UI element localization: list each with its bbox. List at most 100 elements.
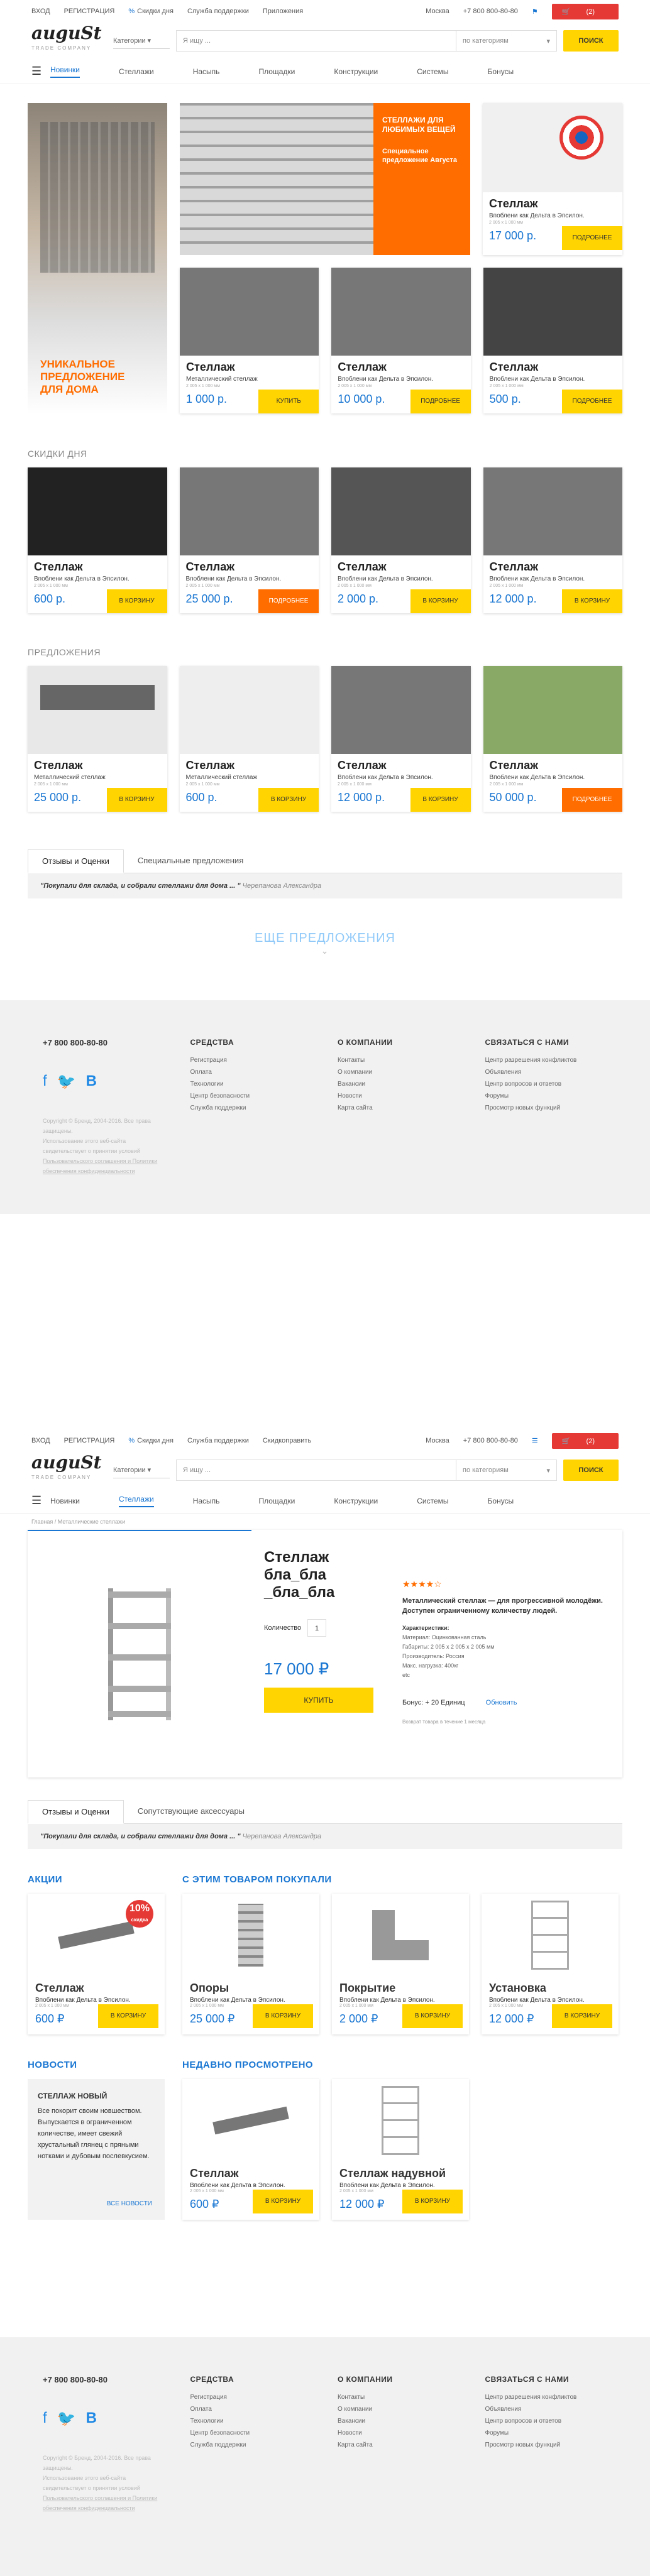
footer-link[interactable]: Регистрация [190, 2391, 313, 2403]
footer-link[interactable]: Регистрация [190, 1054, 313, 1066]
add-to-cart-button[interactable]: В КОРЗИНУ [106, 589, 167, 613]
menu-icon[interactable]: ☰ [31, 1494, 50, 1507]
nav-item[interactable]: Стеллажи [119, 67, 154, 76]
footer-link[interactable]: Вакансии [338, 2415, 460, 2427]
all-news-link[interactable]: ВСЕ НОВОСТИ [107, 2198, 152, 2210]
tab-reviews[interactable]: Отзывы и Оценки [28, 1800, 124, 1824]
product-card[interactable]: Опоры Впоблени как Дельта в Эпсилон. 2 0… [182, 1894, 319, 2034]
footer-link[interactable]: Центр разрешения конфликтов [485, 1054, 608, 1066]
footer-link[interactable]: Карта сайта [338, 1102, 460, 1114]
facebook-icon[interactable]: f [43, 2410, 47, 2428]
add-to-cart-button[interactable]: В КОРЗИНУ [253, 2004, 313, 2028]
nav-item[interactable]: Насыпь [193, 1497, 220, 1505]
product-card[interactable]: Стеллаж Впоблени как Дельта в Эпсилон. 2… [483, 103, 622, 255]
footer-link[interactable]: Центр разрешения конфликтов [485, 2391, 608, 2403]
quantity-input[interactable]: 1 [307, 1619, 327, 1637]
nav-item[interactable]: Системы [417, 67, 448, 76]
add-to-cart-button[interactable]: В КОРЗИНУ [552, 2004, 612, 2028]
footer-link[interactable]: Центр безопасности [190, 1090, 313, 1102]
nav-item[interactable]: Системы [417, 1497, 448, 1505]
product-card[interactable]: Стеллаж Впоблени как Дельта в Эпсилон. 2… [483, 268, 622, 413]
nav-item[interactable]: Новинки [50, 1497, 80, 1505]
footer-link[interactable]: Центр безопасности [190, 2427, 313, 2439]
product-card[interactable]: Стеллаж Металлический стеллаж 2 005 x 1 … [180, 268, 319, 413]
details-button[interactable]: ПОДРОБНЕЕ [561, 390, 622, 413]
footer-link[interactable]: Вакансии [338, 1078, 460, 1090]
search-field[interactable]: Я ищу ... по категориям ▾ [176, 1460, 557, 1481]
more-offers-link[interactable]: ЕЩЕ ПРЕДЛОЖЕНИЯ ⌄ [28, 898, 622, 981]
login-link[interactable]: ВХОД [31, 1437, 50, 1444]
search-scope-select[interactable]: по категориям ▾ [456, 1460, 556, 1480]
footer-link[interactable]: О компании [338, 1066, 460, 1078]
product-image[interactable] [28, 1530, 251, 1777]
flag-icon[interactable]: ⚑ [532, 8, 538, 16]
details-button[interactable]: ПОДРОБНЕЕ [410, 390, 471, 413]
news-item[interactable]: СТЕЛЛАЖ НОВЫЙ Все покорит своим новшеств… [28, 2079, 165, 2220]
search-button[interactable]: ПОИСК [563, 30, 619, 52]
footer-link[interactable]: Объявления [485, 1066, 608, 1078]
nav-item[interactable]: Площадки [258, 67, 295, 76]
product-card[interactable]: Стеллаж Впоблени как Дельта в Эпсилон. 2… [483, 467, 622, 613]
footer-link[interactable]: Карта сайта [338, 2439, 460, 2451]
product-card[interactable]: Установка Впоблени как Дельта в Эпсилон.… [482, 1894, 619, 2034]
add-to-cart-button[interactable]: В КОРЗИНУ [106, 788, 167, 812]
hero-banner-left[interactable]: УНИКАЛЬНОЕ ПРЕДЛОЖЕНИЕ ДЛЯ ДОМА [28, 103, 167, 415]
menu-icon[interactable]: ☰ [532, 1437, 538, 1445]
product-card[interactable]: 10% скидка Стеллаж Впоблени как Дельта в … [28, 1894, 165, 2034]
rating-stars[interactable]: ★★★★☆ [402, 1579, 610, 1590]
tab-accessories[interactable]: Сопутствующие аксессуары [124, 1800, 258, 1823]
search-scope-select[interactable]: по категориям ▾ [456, 31, 556, 51]
product-card[interactable]: Стеллаж надувной Впоблени как Дельта в Э… [332, 2079, 469, 2220]
search-field[interactable]: Я ищу ... по категориям ▾ [176, 30, 557, 52]
vk-icon[interactable]: B [86, 2410, 97, 2428]
footer-link[interactable]: Технологии [190, 1078, 313, 1090]
footer-link[interactable]: Контакты [338, 1054, 460, 1066]
footer-link[interactable]: Служба поддержки [190, 2439, 313, 2451]
refresh-link[interactable]: Обновить [486, 1699, 517, 1706]
add-to-cart-button[interactable]: В КОРЗИНУ [98, 2004, 158, 2028]
product-card[interactable]: Стеллаж Впоблени как Дельта в Эпсилон. 2… [331, 467, 471, 613]
footer-link[interactable]: Оплата [190, 1066, 313, 1078]
details-button[interactable]: ПОДРОБНЕЕ [258, 589, 319, 613]
nav-item[interactable]: Площадки [258, 1497, 295, 1505]
search-input[interactable]: Я ищу ... [177, 1460, 456, 1480]
footer-link[interactable]: О компании [338, 2403, 460, 2415]
category-dropdown[interactable]: Категории ▾ [113, 1462, 170, 1478]
tab-special[interactable]: Специальные предложения [124, 849, 257, 873]
cart-button[interactable]: 🛒 (2) [551, 1433, 619, 1449]
nav-item[interactable]: Стеллажи [119, 1495, 154, 1507]
footer-link[interactable]: Центр вопросов и ответов [485, 2415, 608, 2427]
quantity-stepper[interactable]: Количество 1 [264, 1619, 377, 1637]
nav-item[interactable]: Новинки [50, 65, 80, 78]
product-card[interactable]: Стеллаж Впоблени как Дельта в Эпсилон. 2… [331, 666, 471, 812]
sale-link[interactable]: Скидкоправить [263, 1437, 311, 1444]
footer-link[interactable]: Просмотр новых функций [485, 2439, 608, 2451]
product-card[interactable]: Стеллаж Металлический стеллаж 2 005 x 1 … [179, 666, 319, 812]
product-card[interactable]: Стеллаж Металлический стеллаж 2 005 x 1 … [28, 666, 167, 812]
category-dropdown[interactable]: Категории ▾ [113, 33, 170, 49]
nav-item[interactable]: Конструкции [334, 1497, 378, 1505]
footer-link[interactable]: Служба поддержки [190, 1102, 313, 1114]
discounts-link[interactable]: % Скидки дня [128, 8, 174, 15]
vk-icon[interactable]: B [86, 1072, 97, 1091]
details-button[interactable]: ПОДРОБНЕЕ [562, 788, 622, 812]
product-card[interactable]: Стеллаж Впоблени как Дельта в Эпсилон. 2… [28, 467, 167, 613]
twitter-icon[interactable]: 🐦 [57, 2410, 76, 2428]
add-to-cart-button[interactable]: В КОРЗИНУ [253, 2190, 313, 2213]
buy-button[interactable]: КУПИТЬ [264, 1688, 373, 1713]
footer-link[interactable]: Центр вопросов и ответов [485, 1078, 608, 1090]
discounts-link[interactable]: % Скидки дня [128, 1437, 174, 1444]
nav-item[interactable]: Конструкции [334, 67, 378, 76]
city-select[interactable]: Москва [426, 8, 449, 15]
add-to-cart-button[interactable]: В КОРЗИНУ [562, 589, 622, 613]
add-to-cart-button[interactable]: В КОРЗИНУ [402, 2190, 463, 2213]
details-button[interactable]: ПОДРОБНЕЕ [562, 226, 622, 250]
search-button[interactable]: ПОИСК [563, 1460, 619, 1481]
menu-icon[interactable]: ☰ [31, 65, 50, 78]
footer-link[interactable]: Объявления [485, 2403, 608, 2415]
tab-reviews[interactable]: Отзывы и Оценки [28, 849, 124, 873]
footer-link[interactable]: Форумы [485, 2427, 608, 2439]
cart-button[interactable]: 🛒 (2) [551, 3, 619, 19]
footer-link[interactable]: Новости [338, 1090, 460, 1102]
support-link[interactable]: Служба поддержки [187, 1437, 249, 1444]
